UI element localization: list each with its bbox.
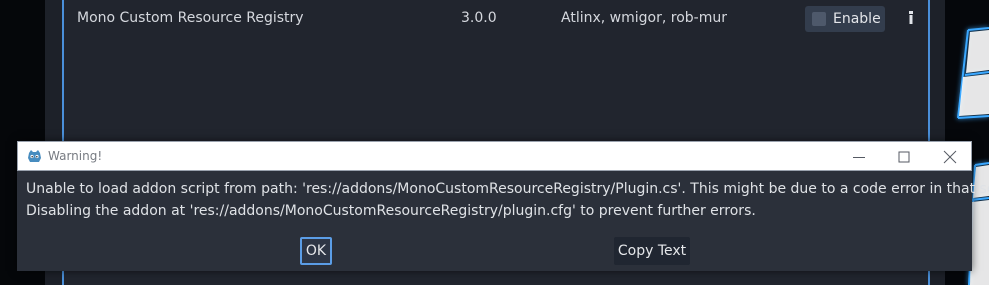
screen: Mono Custom Resource Registry 3.0.0 Atli…: [0, 0, 989, 285]
plugin-name: Mono Custom Resource Registry: [77, 10, 304, 26]
close-icon[interactable]: [941, 148, 959, 166]
warning-message: Unable to load addon script from path: '…: [26, 178, 989, 222]
ok-button[interactable]: OK: [300, 237, 332, 265]
checkbox-icon: [812, 12, 826, 26]
enable-checkbox[interactable]: Enable: [805, 6, 885, 32]
message-line-2: Disabling the addon at 'res://addons/Mon…: [26, 203, 756, 219]
edit-icon[interactable]: [908, 11, 914, 25]
plugin-version: 3.0.0: [461, 10, 497, 26]
maximize-icon[interactable]: [895, 148, 913, 166]
godot-icon: [28, 150, 41, 162]
dialog-body: Unable to load addon script from path: '…: [17, 171, 989, 271]
dialog-titlebar[interactable]: Warning!: [17, 141, 972, 171]
minimize-icon[interactable]: [850, 148, 868, 166]
copy-text-button[interactable]: Copy Text: [614, 237, 690, 265]
enable-label: Enable: [833, 11, 881, 27]
dialog-title: Warning!: [48, 149, 103, 163]
plugin-row: Mono Custom Resource Registry 3.0.0 Atli…: [64, 0, 928, 36]
warning-dialog: Warning! Unable to load addon script fro…: [17, 141, 989, 271]
message-line-1: Unable to load addon script from path: '…: [26, 181, 989, 197]
plugin-author: Atlinx, wmigor, rob-mur: [561, 10, 727, 26]
